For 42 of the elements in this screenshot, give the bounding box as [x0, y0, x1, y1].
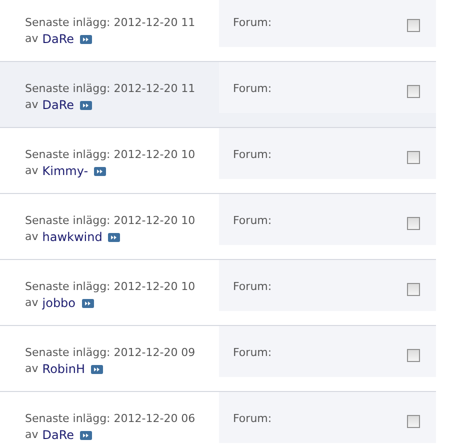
by-label: av [25, 427, 38, 443]
by-label: av [25, 31, 38, 47]
last-post-date: Senaste inlägg: 2012-12-20 11 [25, 81, 196, 97]
by-label: av [25, 361, 38, 377]
last-post-date: Senaste inlägg: 2012-12-20 10 [25, 279, 196, 295]
select-checkbox[interactable] [407, 415, 420, 428]
select-checkbox[interactable] [407, 283, 420, 296]
select-checkbox[interactable] [407, 85, 420, 98]
go-to-post-icon[interactable] [82, 298, 94, 308]
author-link[interactable]: Kimmy- [42, 163, 88, 179]
select-checkbox[interactable] [407, 19, 420, 32]
forum-label: Forum: [233, 411, 272, 427]
author-link[interactable]: hawkwind [42, 229, 102, 245]
last-post-date: Senaste inlägg: 2012-12-20 10 [25, 147, 196, 163]
go-to-post-icon[interactable] [94, 166, 106, 176]
go-to-post-icon[interactable] [80, 430, 92, 440]
go-to-post-icon[interactable] [80, 34, 92, 44]
select-checkbox[interactable] [407, 217, 420, 230]
select-checkbox[interactable] [407, 349, 420, 362]
select-checkbox[interactable] [407, 151, 420, 164]
last-post-date: Senaste inlägg: 2012-12-20 10 [25, 213, 196, 229]
forum-label: Forum: [233, 345, 272, 361]
by-label: av [25, 97, 38, 113]
author-link[interactable]: jobbo [42, 295, 76, 311]
go-to-post-icon[interactable] [80, 100, 92, 110]
last-post-date: Senaste inlägg: 2012-12-20 06 [25, 411, 196, 427]
author-link[interactable]: DaRe [42, 31, 74, 47]
forum-label: Forum: [233, 147, 272, 163]
author-link[interactable]: RobinH [42, 361, 85, 377]
go-to-post-icon[interactable] [91, 364, 103, 374]
last-post-date: Senaste inlägg: 2012-12-20 11 [25, 15, 196, 31]
author-link[interactable]: DaRe [42, 97, 74, 113]
by-label: av [25, 163, 38, 179]
forum-label: Forum: [233, 15, 272, 31]
go-to-post-icon[interactable] [108, 232, 120, 242]
author-link[interactable]: DaRe [42, 427, 74, 443]
forum-label: Forum: [233, 213, 272, 229]
by-label: av [25, 229, 38, 245]
forum-label: Forum: [233, 81, 272, 97]
last-post-date: Senaste inlägg: 2012-12-20 09 [25, 345, 196, 361]
by-label: av [25, 295, 38, 311]
forum-label: Forum: [233, 279, 272, 295]
